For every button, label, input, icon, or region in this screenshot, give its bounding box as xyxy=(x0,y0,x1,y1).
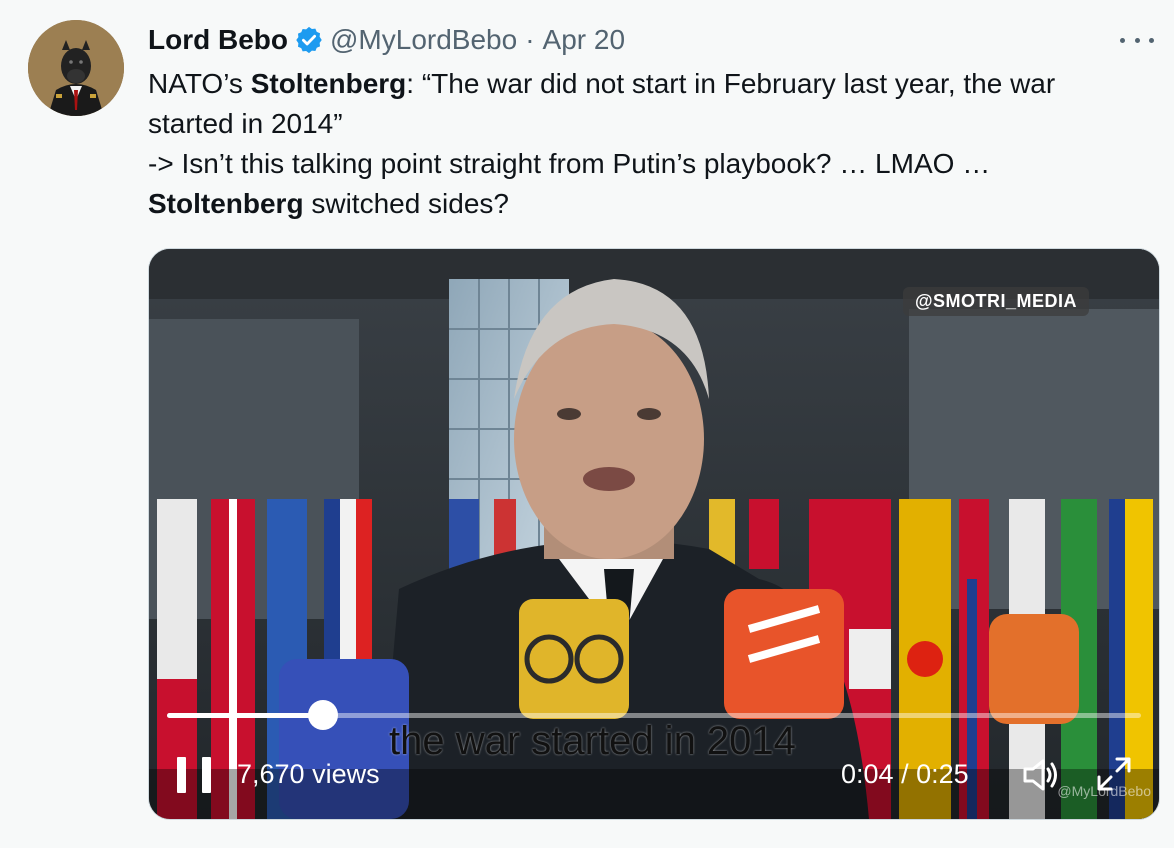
video-caption: the war started in 2014 xyxy=(389,719,796,763)
progress-bar[interactable] xyxy=(167,700,1141,730)
progress-handle[interactable] xyxy=(307,700,338,730)
playback-time: 0:04 / 0:25 xyxy=(841,759,969,790)
duration: 0:25 xyxy=(916,759,969,789)
tweet-text-line: -> Isn’t this talking point straight fro… xyxy=(148,148,991,179)
current-time: 0:04 xyxy=(841,759,894,789)
tweet-date[interactable]: Apr 20 xyxy=(543,24,626,56)
separator-dot: · xyxy=(525,24,535,55)
time-separator: / xyxy=(893,759,917,789)
tweet-text-line: Stoltenberg switched sides? xyxy=(148,188,509,219)
tweet-text-line: NATO’s Stoltenberg: “The war did not sta… xyxy=(148,68,1056,99)
tweet-text-line: started in 2014” xyxy=(148,108,343,139)
verified-badge-icon xyxy=(294,25,324,55)
author-avatar[interactable] xyxy=(28,20,124,116)
tweet-header: Lord Bebo @MyLordBebo · Apr 20 xyxy=(148,22,625,58)
author-handle[interactable]: @MyLordBebo xyxy=(330,24,517,56)
tweet-text: NATO’s Stoltenberg: “The war did not sta… xyxy=(148,64,1148,224)
overlay-watermark: @SMOTRI_MEDIA xyxy=(902,287,1089,316)
view-count: 7,670 views xyxy=(237,759,380,789)
video-player[interactable]: @SMOTRI_MEDIA the war started in 2014 7,… xyxy=(148,248,1160,820)
author-name[interactable]: Lord Bebo xyxy=(148,24,288,56)
volume-icon[interactable] xyxy=(1021,757,1061,793)
pause-icon[interactable] xyxy=(177,757,211,793)
corner-watermark: @MyLordBebo xyxy=(1057,783,1151,799)
more-options-icon[interactable] xyxy=(1120,28,1154,52)
progress-fill xyxy=(167,713,323,718)
